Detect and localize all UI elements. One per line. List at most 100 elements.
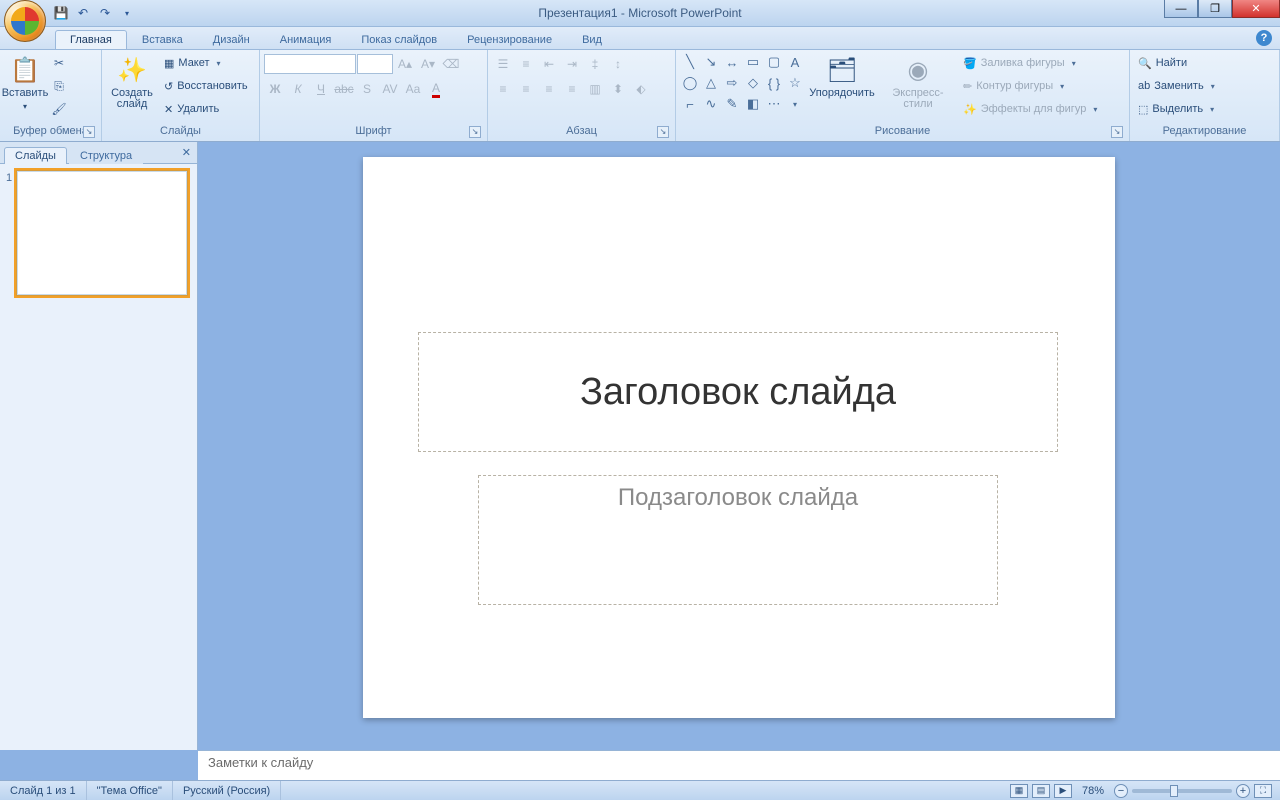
notes-pane[interactable]: Заметки к слайду <box>198 750 1280 780</box>
bullets-icon[interactable]: ☰ <box>492 53 514 75</box>
tab-review[interactable]: Рецензирование <box>452 30 567 49</box>
italic-icon[interactable]: К <box>287 78 309 100</box>
font-size-combo[interactable] <box>357 54 393 74</box>
clipboard-dialog-launcher[interactable]: ↘ <box>83 126 95 138</box>
shape-fill-button[interactable]: 🪣Заливка фигуры <box>959 52 1101 74</box>
help-icon[interactable]: ? <box>1256 30 1272 46</box>
shape-diamond-icon[interactable]: ◇ <box>743 73 763 93</box>
select-button[interactable]: ⬚Выделить <box>1134 98 1219 120</box>
reset-button[interactable]: ↺Восстановить <box>160 75 252 97</box>
paste-button[interactable]: 📋 Вставить ▾ <box>4 52 46 114</box>
underline-icon[interactable]: Ч <box>310 78 332 100</box>
tab-design[interactable]: Дизайн <box>198 30 265 49</box>
save-icon[interactable]: 💾 <box>52 4 70 22</box>
shape-arrow-icon[interactable]: ↘ <box>701 52 721 72</box>
shape-right-arrow-icon[interactable]: ⇨ <box>722 73 742 93</box>
font-color-icon[interactable]: A <box>425 78 447 100</box>
line-spacing-icon[interactable]: ‡ <box>584 53 606 75</box>
shape-oval-icon[interactable]: ◯ <box>680 73 700 93</box>
align-center-icon[interactable]: ≡ <box>515 78 537 100</box>
shape-roundrect-icon[interactable]: ▢ <box>764 52 784 72</box>
arrange-button[interactable]: 🗂 Упорядочить <box>807 52 877 101</box>
shape-effects-button[interactable]: ✨Эффекты для фигур <box>959 98 1101 120</box>
clear-formatting-icon[interactable]: ⌫ <box>440 53 462 75</box>
status-slide-number[interactable]: Слайд 1 из 1 <box>0 781 87 800</box>
shape-star-icon[interactable]: ☆ <box>785 73 805 93</box>
align-left-icon[interactable]: ≡ <box>492 78 514 100</box>
change-case-icon[interactable]: Aa <box>402 78 424 100</box>
maximize-button[interactable]: ❐ <box>1198 0 1232 18</box>
shapes-gallery[interactable]: ╲ ↘ ↔ ▭ ▢ A ◯ △ ⇨ ◇ { } ☆ ⌐ ∿ ✎ ◧ ⋯ ▾ <box>680 52 805 114</box>
find-button[interactable]: 🔍Найти <box>1134 52 1219 74</box>
strikethrough-icon[interactable]: abc <box>333 78 355 100</box>
shapes-expand-icon[interactable]: ▾ <box>785 94 805 114</box>
pane-close-icon[interactable]: ✕ <box>182 146 191 159</box>
shape-connector-icon[interactable]: ⌐ <box>680 94 700 114</box>
shape-curve-icon[interactable]: ∿ <box>701 94 721 114</box>
status-language[interactable]: Русский (Россия) <box>173 781 281 800</box>
cut-icon[interactable]: ✂ <box>48 52 70 74</box>
shape-outline-button[interactable]: ✏Контур фигуры <box>959 75 1101 97</box>
align-text-icon[interactable]: ⬍ <box>607 78 629 100</box>
status-theme[interactable]: "Тема Office" <box>87 781 173 800</box>
slide-thumbnail-1[interactable]: 1 <box>6 170 191 296</box>
zoom-out-icon[interactable]: − <box>1114 784 1128 798</box>
paragraph-dialog-launcher[interactable]: ↘ <box>657 126 669 138</box>
shape-more-icon[interactable]: ⋯ <box>764 94 784 114</box>
slideshow-view-icon[interactable]: ▶ <box>1054 784 1072 798</box>
zoom-in-icon[interactable]: + <box>1236 784 1250 798</box>
qat-customize-icon[interactable]: ▾ <box>118 4 136 22</box>
tab-insert[interactable]: Вставка <box>127 30 198 49</box>
font-dialog-launcher[interactable]: ↘ <box>469 126 481 138</box>
normal-view-icon[interactable]: ▦ <box>1010 784 1028 798</box>
format-painter-icon[interactable]: 🖌 <box>48 98 70 120</box>
bold-icon[interactable]: Ж <box>264 78 286 100</box>
layout-button[interactable]: ▦Макет <box>160 52 252 74</box>
new-slide-button[interactable]: ✨ Создать слайд <box>106 52 158 112</box>
quick-styles-button[interactable]: ◉ Экспресс-стили <box>879 52 957 112</box>
columns-icon[interactable]: ▥ <box>584 78 606 100</box>
shrink-font-icon[interactable]: A▾ <box>417 53 439 75</box>
subtitle-placeholder[interactable]: Подзаголовок слайда <box>478 475 998 605</box>
replace-button[interactable]: abЗаменить <box>1134 75 1219 97</box>
title-placeholder[interactable]: Заголовок слайда <box>418 332 1058 452</box>
tab-home[interactable]: Главная <box>55 30 127 49</box>
smartart-icon[interactable]: ⬖ <box>630 78 652 100</box>
copy-icon[interactable]: ⎘ <box>48 75 70 97</box>
numbering-icon[interactable]: ≡ <box>515 53 537 75</box>
char-spacing-icon[interactable]: AV <box>379 78 401 100</box>
shape-brace-icon[interactable]: { } <box>764 73 784 93</box>
shape-double-arrow-icon[interactable]: ↔ <box>722 52 742 72</box>
zoom-percent[interactable]: 78% <box>1082 785 1104 797</box>
font-family-combo[interactable] <box>264 54 356 74</box>
align-right-icon[interactable]: ≡ <box>538 78 560 100</box>
tab-animation[interactable]: Анимация <box>265 30 347 49</box>
shadow-icon[interactable]: S <box>356 78 378 100</box>
slide-canvas[interactable]: Заголовок слайда Подзаголовок слайда <box>198 142 1280 750</box>
fit-window-icon[interactable]: ⛶ <box>1254 784 1272 798</box>
grow-font-icon[interactable]: A▴ <box>394 53 416 75</box>
sorter-view-icon[interactable]: ▤ <box>1032 784 1050 798</box>
redo-icon[interactable]: ↷ <box>96 4 114 22</box>
justify-icon[interactable]: ≡ <box>561 78 583 100</box>
shape-rect-icon[interactable]: ▭ <box>743 52 763 72</box>
tab-view[interactable]: Вид <box>567 30 617 49</box>
close-button[interactable]: ✕ <box>1232 0 1280 18</box>
shape-callout-icon[interactable]: ◧ <box>743 94 763 114</box>
delete-slide-button[interactable]: ✕Удалить <box>160 98 252 120</box>
drawing-dialog-launcher[interactable]: ↘ <box>1111 126 1123 138</box>
zoom-slider-knob[interactable] <box>1170 785 1178 797</box>
text-direction-icon[interactable]: ↕ <box>607 53 629 75</box>
tab-slideshow[interactable]: Показ слайдов <box>346 30 452 49</box>
decrease-indent-icon[interactable]: ⇤ <box>538 53 560 75</box>
increase-indent-icon[interactable]: ⇥ <box>561 53 583 75</box>
zoom-slider[interactable] <box>1132 789 1232 793</box>
minimize-button[interactable]: — <box>1164 0 1198 18</box>
shape-line-icon[interactable]: ╲ <box>680 52 700 72</box>
pane-tab-slides[interactable]: Слайды <box>4 147 67 164</box>
office-button[interactable] <box>4 0 46 42</box>
shape-triangle-icon[interactable]: △ <box>701 73 721 93</box>
pane-tab-outline[interactable]: Структура <box>69 147 143 164</box>
undo-icon[interactable]: ↶ <box>74 4 92 22</box>
shape-freeform-icon[interactable]: ✎ <box>722 94 742 114</box>
